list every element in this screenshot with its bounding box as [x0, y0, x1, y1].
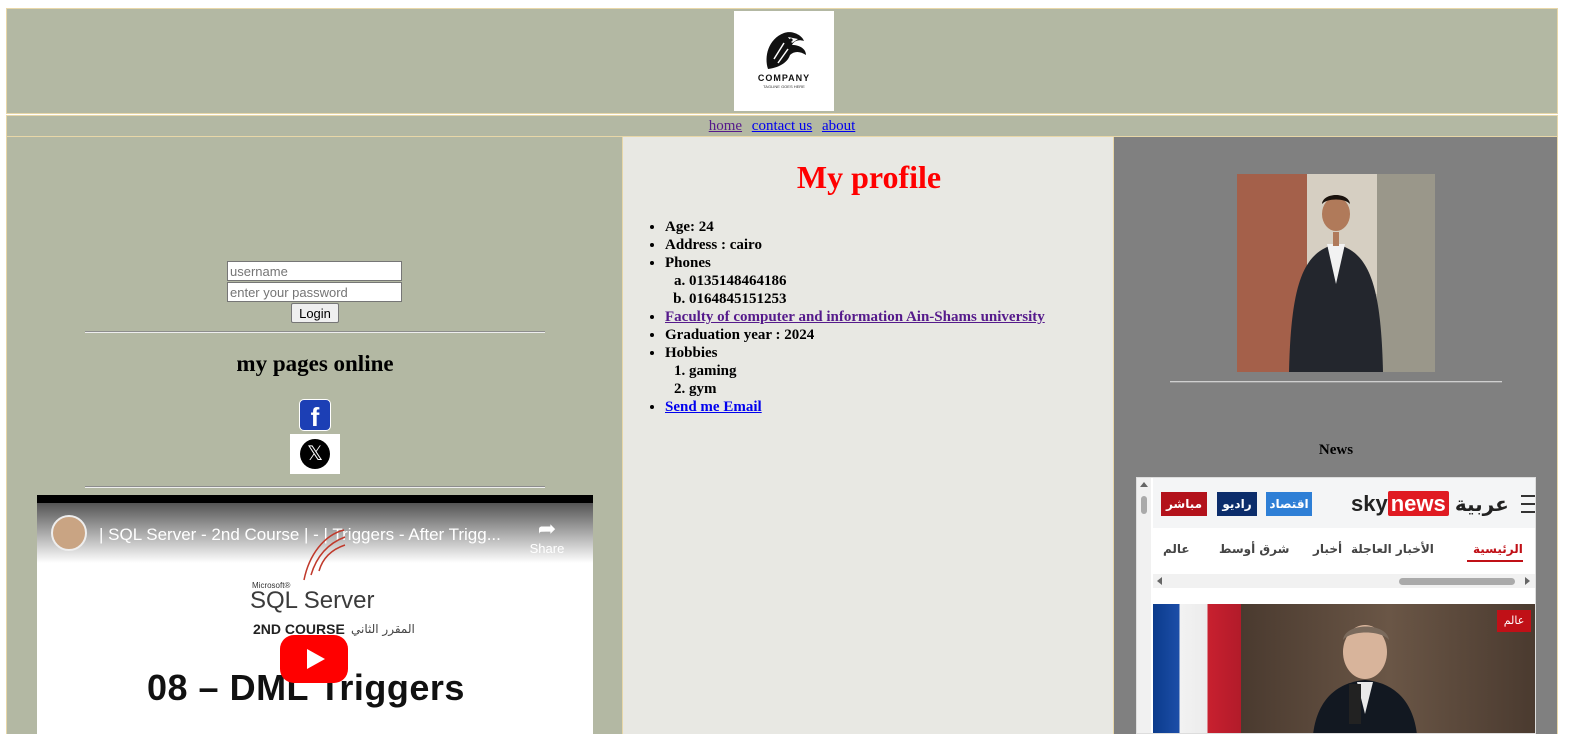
profile-email: Send me Email: [665, 398, 1045, 416]
horizontal-scrollbar[interactable]: [1153, 574, 1535, 588]
news-embed[interactable]: مباشر راديو اقتصاد sky news عربية الرئيسي…: [1136, 477, 1536, 734]
login-button[interactable]: Login: [291, 303, 339, 323]
economy-badge[interactable]: اقتصاد: [1266, 492, 1312, 516]
site-header: COMPANY TAGLINE GOES HERE: [6, 8, 1558, 114]
phones-list: 0135148464186 0164845151253: [665, 272, 1045, 308]
right-panel: News مباشر راديو اقتصاد sky news عربية ال…: [1114, 137, 1558, 734]
profile-phones: Phones 0135148464186 0164845151253: [665, 254, 1045, 308]
speaker-portrait-icon: [1313, 625, 1417, 733]
radio-badge[interactable]: راديو: [1217, 492, 1257, 516]
faculty-link[interactable]: Faculty of computer and information Ain-…: [665, 309, 1045, 325]
company-logo[interactable]: COMPANY TAGLINE GOES HERE: [734, 11, 834, 111]
eagle-icon: [766, 32, 806, 69]
divider: [85, 486, 545, 488]
hobbies-list: gaming gym: [665, 362, 1045, 398]
menu-icon[interactable]: [1521, 495, 1535, 519]
left-panel: Login my pages online f 𝕏 | SQL Server -…: [6, 137, 622, 734]
facebook-icon[interactable]: f: [299, 399, 331, 432]
brand-news: news: [1387, 491, 1449, 516]
profile-address: Address : cairo: [665, 236, 1045, 254]
tab-middle-east[interactable]: شرق أوسط: [1219, 542, 1289, 556]
scroll-left-icon[interactable]: [1157, 577, 1162, 585]
category-badge[interactable]: عالم: [1497, 610, 1531, 632]
nav-link-contact[interactable]: contact us: [752, 118, 812, 134]
sql-server-logo-icon: [303, 529, 346, 581]
hobby-item: gaming: [689, 362, 1045, 380]
scroll-thumb[interactable]: [1141, 496, 1147, 514]
brand-sky: sky: [1351, 491, 1388, 516]
news-story-image[interactable]: عالم: [1153, 604, 1535, 733]
play-button-icon[interactable]: [280, 635, 348, 683]
phones-label: Phones: [665, 255, 711, 271]
tab-world[interactable]: عالم: [1163, 542, 1190, 556]
channel-avatar[interactable]: [51, 515, 87, 551]
profile-graduation: Graduation year : 2024: [665, 326, 1045, 344]
share-button[interactable]: ➦ Share: [523, 516, 571, 557]
username-input[interactable]: [227, 261, 402, 281]
sky-news-arabia-logo[interactable]: sky news عربية: [1351, 491, 1509, 517]
hobbies-label: Hobbies: [665, 345, 718, 361]
scroll-up-icon[interactable]: [1140, 482, 1148, 487]
youtube-embed[interactable]: | SQL Server - 2nd Course | - | Triggers…: [37, 495, 593, 734]
active-tab-underline: [1467, 560, 1523, 562]
phone-item: 0135148464186: [689, 272, 1045, 290]
profile-heading: My profile: [796, 159, 942, 195]
nav-link-home[interactable]: home: [709, 118, 742, 134]
divider: [85, 331, 545, 333]
share-icon: ➦: [537, 516, 557, 541]
divider: [1170, 381, 1502, 383]
live-badge[interactable]: مباشر: [1161, 492, 1207, 516]
french-flag: [1153, 604, 1241, 733]
nav-link-about[interactable]: about: [822, 118, 855, 134]
vertical-scrollbar[interactable]: [1137, 478, 1151, 733]
news-topbar: مباشر راديو اقتصاد sky news عربية: [1153, 478, 1535, 528]
tab-breaking[interactable]: الأخبار العاجلة: [1351, 542, 1434, 556]
x-twitter-icon: 𝕏: [300, 439, 330, 469]
profile-photo: [1237, 174, 1435, 372]
main-nav: home contact us about: [6, 115, 1558, 137]
logo-text: COMPANY: [757, 73, 811, 83]
phone-item: 0164845151253: [689, 290, 1045, 308]
share-label: Share: [529, 541, 565, 556]
hobby-item: gym: [689, 380, 1045, 398]
scroll-thumb[interactable]: [1399, 578, 1515, 585]
x-twitter-link[interactable]: 𝕏: [290, 434, 340, 474]
scroll-right-icon[interactable]: [1525, 577, 1530, 585]
brand-arabic: عربية: [1454, 492, 1509, 516]
logo-tagline: TAGLINE GOES HERE: [763, 84, 805, 89]
profile-panel: My profile Age: 24 Address : cairo Phone…: [622, 137, 1114, 734]
tab-news[interactable]: أخبار: [1313, 542, 1342, 556]
profile-age: Age: 24: [665, 218, 1045, 236]
tab-home[interactable]: الرئيسية: [1473, 542, 1523, 556]
send-email-link[interactable]: Send me Email: [665, 399, 762, 415]
profile-hobbies: Hobbies gaming gym: [665, 344, 1045, 398]
profile-list: Age: 24 Address : cairo Phones 013514846…: [665, 218, 1045, 416]
video-product-label: SQL Server: [250, 587, 375, 614]
news-heading: News: [1318, 442, 1354, 458]
video-arabic-label: المقرر الثاني: [351, 622, 415, 636]
password-input[interactable]: [227, 282, 402, 302]
pages-online-heading: my pages online: [236, 351, 394, 376]
profile-faculty: Faculty of computer and information Ain-…: [665, 308, 1045, 326]
person-portrait-icon: [1237, 174, 1435, 372]
